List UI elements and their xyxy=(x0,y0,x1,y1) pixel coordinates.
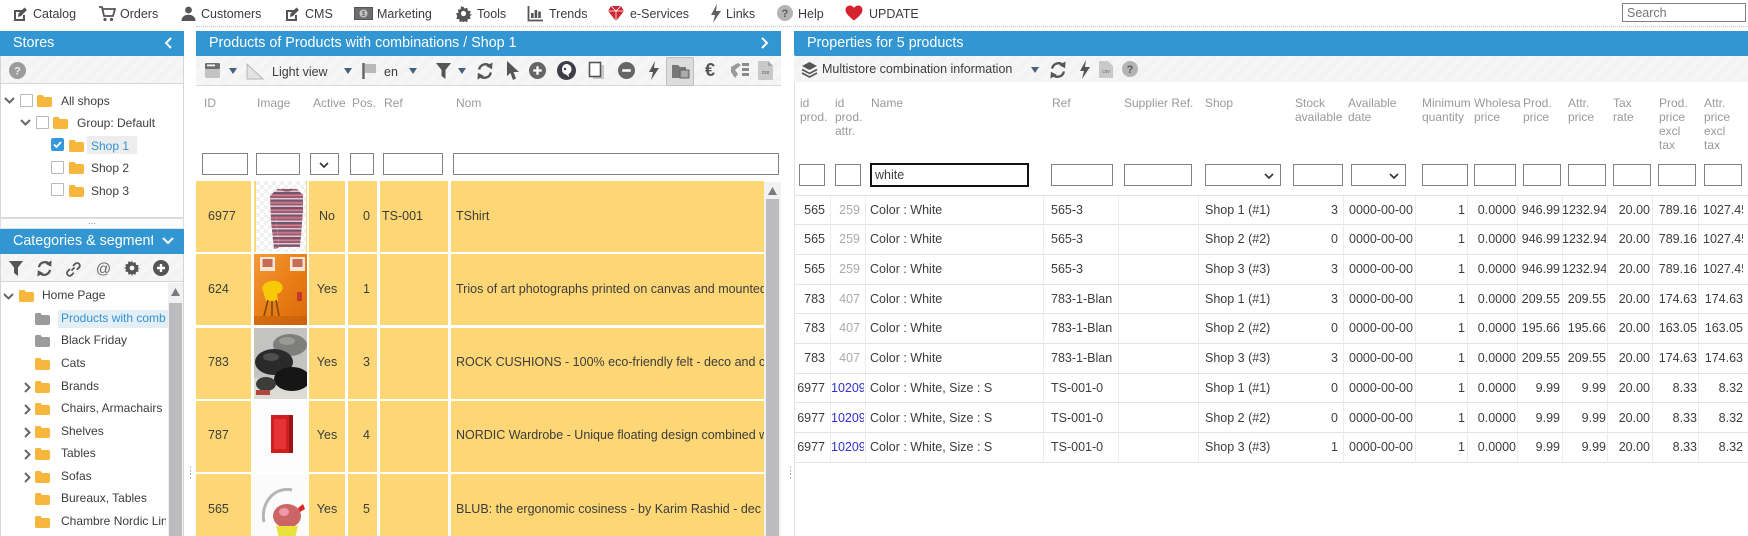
svg-text:@: @ xyxy=(96,261,111,278)
svg-text:?: ? xyxy=(782,8,789,20)
svg-text:$: $ xyxy=(362,11,366,18)
svg-text:csv: csv xyxy=(1102,69,1110,75)
svg-text:csv: csv xyxy=(762,70,770,76)
svg-text:?: ? xyxy=(14,66,21,78)
svg-text:?: ? xyxy=(1127,64,1134,76)
